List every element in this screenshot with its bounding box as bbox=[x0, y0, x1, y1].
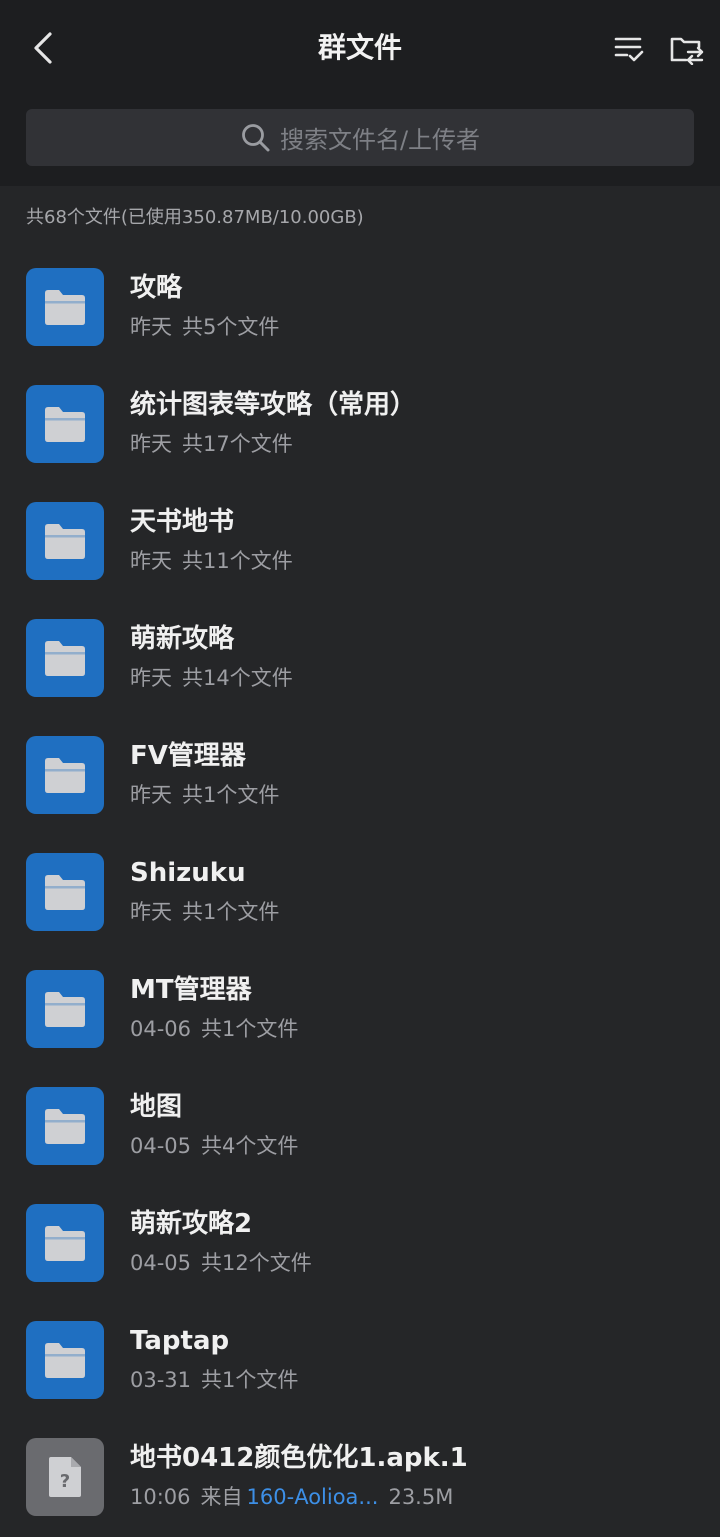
folder-icon bbox=[26, 1204, 104, 1282]
folder-icon bbox=[26, 970, 104, 1048]
folder-icon bbox=[26, 268, 104, 346]
item-name: 地图 bbox=[130, 1092, 183, 1122]
folder-item[interactable]: MT管理器 04-06 共1个文件 bbox=[0, 952, 720, 1069]
unknown-file-icon: ? bbox=[26, 1438, 104, 1516]
item-date: 昨天 bbox=[130, 783, 172, 807]
folder-icon bbox=[26, 736, 104, 814]
item-count: 共17个文件 bbox=[182, 432, 293, 456]
folder-switch-icon bbox=[670, 37, 704, 65]
folder-item[interactable]: FV管理器 昨天 共1个文件 bbox=[0, 718, 720, 835]
file-item[interactable]: ? 地书0412颜色优化1.apk.1 10:06 来自 160-Aolioa...… bbox=[0, 1420, 720, 1537]
item-name: 天书地书 bbox=[130, 507, 235, 537]
item-name: 统计图表等攻略（常用） bbox=[130, 390, 417, 420]
item-meta: 04-05 共12个文件 bbox=[130, 1248, 322, 1278]
item-date: 昨天 bbox=[130, 549, 172, 573]
item-meta: 04-05 共4个文件 bbox=[130, 1131, 308, 1161]
search-placeholder: 搜索文件名/上传者 bbox=[279, 126, 481, 154]
folder-icon bbox=[26, 619, 104, 697]
svg-text:?: ? bbox=[60, 1471, 70, 1492]
sort-list-icon bbox=[614, 37, 644, 62]
item-date: 03-31 bbox=[130, 1368, 192, 1392]
item-count: 共5个文件 bbox=[182, 315, 280, 339]
folder-item[interactable]: Shizuku 昨天 共1个文件 bbox=[0, 835, 720, 952]
item-meta: 昨天 共14个文件 bbox=[130, 663, 303, 693]
item-meta: 昨天 共11个文件 bbox=[130, 546, 303, 576]
item-name: FV管理器 bbox=[130, 741, 246, 771]
folder-item[interactable]: 天书地书 昨天 共11个文件 bbox=[0, 484, 720, 601]
folder-item[interactable]: 萌新攻略 昨天 共14个文件 bbox=[0, 601, 720, 718]
item-count: 共1个文件 bbox=[201, 1017, 299, 1041]
item-time: 10:06 bbox=[130, 1485, 191, 1509]
from-label: 来自 bbox=[200, 1485, 243, 1509]
item-count: 共12个文件 bbox=[201, 1251, 312, 1275]
item-meta: 昨天 共1个文件 bbox=[130, 780, 289, 810]
folder-icon bbox=[26, 385, 104, 463]
item-meta: 昨天 共1个文件 bbox=[130, 897, 289, 927]
folder-item[interactable]: Taptap 03-31 共1个文件 bbox=[0, 1303, 720, 1420]
file-size: 23.5M bbox=[388, 1485, 454, 1509]
folder-item[interactable]: 萌新攻略2 04-05 共12个文件 bbox=[0, 1186, 720, 1303]
item-date: 昨天 bbox=[130, 666, 172, 690]
item-meta: 昨天 共5个文件 bbox=[130, 312, 289, 342]
item-date: 04-06 bbox=[130, 1017, 192, 1041]
item-meta: 昨天 共17个文件 bbox=[130, 429, 303, 459]
item-name: Taptap bbox=[130, 1326, 230, 1356]
header-bar: 群文件 搜索文件名/上传者 bbox=[0, 0, 720, 186]
folder-icon bbox=[26, 853, 104, 931]
folder-icon bbox=[26, 1087, 104, 1165]
item-count: 共14个文件 bbox=[182, 666, 293, 690]
folder-item[interactable]: 地图 04-05 共4个文件 bbox=[0, 1069, 720, 1186]
item-count: 共4个文件 bbox=[201, 1134, 299, 1158]
item-name: 地书0412颜色优化1.apk.1 bbox=[130, 1443, 468, 1473]
item-meta: 04-06 共1个文件 bbox=[130, 1014, 308, 1044]
item-date: 昨天 bbox=[130, 900, 172, 924]
item-count: 共1个文件 bbox=[201, 1368, 299, 1392]
item-date: 04-05 bbox=[130, 1134, 192, 1158]
item-count: 共11个文件 bbox=[182, 549, 293, 573]
sort-button[interactable] bbox=[608, 28, 650, 70]
item-meta: 03-31 共1个文件 bbox=[130, 1365, 308, 1395]
folder-icon bbox=[26, 502, 104, 580]
item-count: 共1个文件 bbox=[182, 900, 280, 924]
search-icon bbox=[240, 122, 272, 154]
folder-switch-button[interactable] bbox=[664, 28, 710, 70]
item-name: 攻略 bbox=[130, 273, 183, 303]
item-meta: 10:06 来自 160-Aolioa... 23.5M bbox=[130, 1482, 463, 1512]
search-input[interactable]: 搜索文件名/上传者 bbox=[26, 109, 694, 166]
item-name: Shizuku bbox=[130, 858, 246, 888]
folder-icon bbox=[26, 1321, 104, 1399]
file-list: 攻略 昨天 共5个文件 统计图表等攻略（常用） 昨天 共17个文件 天书地书 昨天共… bbox=[0, 250, 720, 1537]
item-name: MT管理器 bbox=[130, 975, 252, 1005]
item-count: 共1个文件 bbox=[182, 783, 280, 807]
item-name: 萌新攻略 bbox=[130, 624, 235, 654]
item-date: 昨天 bbox=[130, 315, 172, 339]
item-date: 昨天 bbox=[130, 432, 172, 456]
folder-item[interactable]: 攻略 昨天 共5个文件 bbox=[0, 250, 720, 367]
item-date: 04-05 bbox=[130, 1251, 192, 1275]
uploader-link[interactable]: 160-Aolioa... bbox=[247, 1485, 379, 1509]
storage-summary: 共68个文件(已使用350.87MB/10.00GB) bbox=[26, 207, 364, 228]
folder-item[interactable]: 统计图表等攻略（常用） 昨天 共17个文件 bbox=[0, 367, 720, 484]
item-name: 萌新攻略2 bbox=[130, 1209, 253, 1239]
